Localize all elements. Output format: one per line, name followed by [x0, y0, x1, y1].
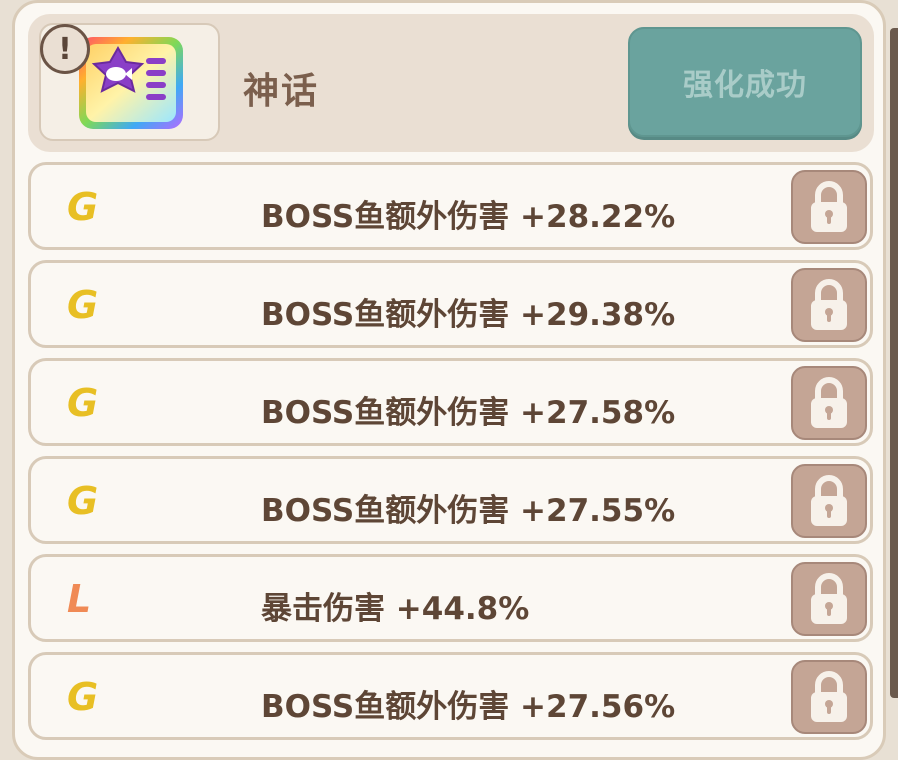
lock-icon [811, 377, 847, 428]
stat-text: BOSS鱼额外伤害 +27.55% [261, 493, 676, 529]
stat-text: BOSS鱼额外伤害 +29.38% [261, 297, 676, 333]
enhance-success-button[interactable]: 强化成功 [628, 27, 862, 137]
stat-row: L 暴击伤害 +44.8% [28, 554, 873, 642]
stat-text: BOSS鱼额外伤害 +27.58% [261, 395, 676, 431]
lock-button[interactable] [791, 268, 867, 342]
stat-text: BOSS鱼额外伤害 +28.22% [261, 199, 676, 235]
lock-button[interactable] [791, 464, 867, 538]
lock-icon [811, 671, 847, 722]
lock-icon [811, 475, 847, 526]
lock-button[interactable] [791, 366, 867, 440]
alert-icon: ! [40, 24, 90, 74]
stat-row: G BOSS鱼额外伤害 +28.22% [28, 162, 873, 250]
rainbow-fish-card-icon [79, 37, 183, 129]
stat-row: G BOSS鱼额外伤害 +27.58% [28, 358, 873, 446]
lock-button[interactable] [791, 562, 867, 636]
grade-badge: G [67, 381, 99, 425]
lock-button[interactable] [791, 170, 867, 244]
lock-icon [811, 279, 847, 330]
stat-row: G BOSS鱼额外伤害 +27.55% [28, 456, 873, 544]
grade-badge: L [67, 577, 92, 621]
stat-text: BOSS鱼额外伤害 +27.56% [261, 689, 676, 725]
lock-icon [811, 181, 847, 232]
grade-badge: G [67, 283, 99, 327]
stat-text: 暴击伤害 +44.8% [261, 591, 530, 627]
panel-edge [890, 28, 898, 698]
stat-row: G BOSS鱼额外伤害 +29.38% [28, 260, 873, 348]
stat-row: G BOSS鱼额外伤害 +27.56% [28, 652, 873, 740]
grade-badge: G [67, 675, 99, 719]
grade-badge: G [67, 479, 99, 523]
rarity-label: 神话 [243, 71, 320, 112]
lock-icon [811, 573, 847, 624]
grade-badge: G [67, 185, 99, 229]
lock-button[interactable] [791, 660, 867, 734]
